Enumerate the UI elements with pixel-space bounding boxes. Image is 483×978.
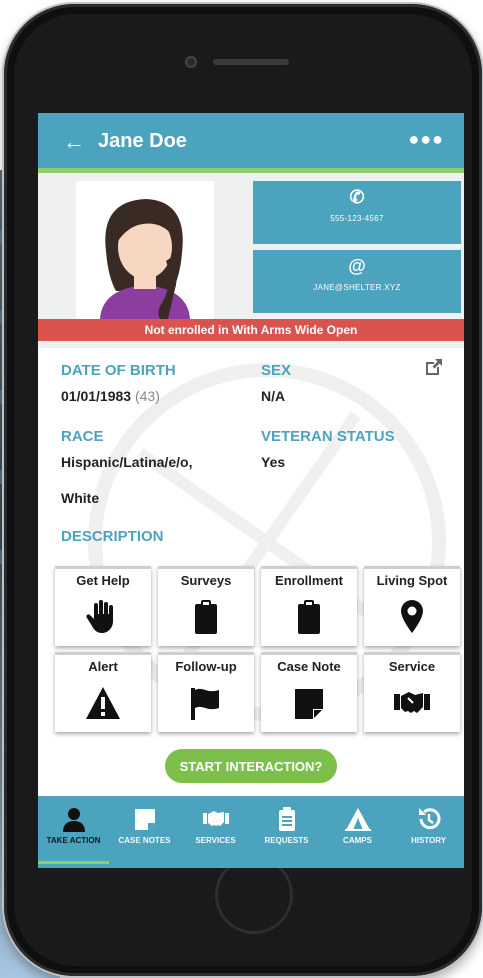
call-button[interactable]: ✆ 555-123-4567 bbox=[253, 181, 461, 244]
tile-label: Enrollment bbox=[275, 573, 343, 588]
handshake-icon bbox=[202, 811, 229, 826]
app-screen: ← Jane Doe ●●● ✆ 555-123-4567 @ JANE@SHE… bbox=[38, 113, 464, 868]
tile-label: Follow-up bbox=[175, 659, 237, 674]
warning-icon bbox=[86, 687, 120, 719]
get-help-tile[interactable]: Get Help bbox=[55, 566, 151, 646]
email-address: JANE@SHELTER.XYZ bbox=[313, 283, 401, 292]
enrollment-banner: Not enrolled in With Arms Wide Open bbox=[38, 319, 464, 341]
tile-label: Alert bbox=[88, 659, 118, 674]
phone-icon: ✆ bbox=[349, 187, 365, 207]
bottom-tab-bar: TAKE ACTION CASE NOTES SERVICES REQUESTS… bbox=[38, 796, 464, 868]
app-header: ← Jane Doe ●●● bbox=[38, 113, 464, 173]
sex-label: SEX bbox=[261, 362, 292, 379]
alert-tile[interactable]: Alert bbox=[55, 652, 151, 732]
start-interaction-button[interactable]: START INTERACTION? bbox=[165, 749, 337, 783]
tab-camps[interactable]: CAMPS bbox=[322, 796, 393, 868]
phone-number: 555-123-4567 bbox=[330, 214, 384, 223]
age-value: (43) bbox=[134, 388, 160, 404]
dob-date: 01/01/1983 bbox=[61, 388, 132, 404]
tab-label: TAKE ACTION bbox=[46, 836, 101, 845]
clipboard-icon bbox=[278, 807, 295, 831]
more-horizontal-icon[interactable]: ●●● bbox=[408, 129, 444, 150]
race-label: RACE bbox=[61, 428, 104, 445]
race-value-line-1: Hispanic/Latina/e/o, bbox=[61, 454, 193, 470]
history-icon bbox=[418, 808, 440, 830]
tab-label: CAMPS bbox=[343, 836, 372, 845]
email-button[interactable]: @ JANE@SHELTER.XYZ bbox=[253, 250, 461, 313]
tile-label: Surveys bbox=[180, 573, 232, 588]
clipboard-icon bbox=[298, 600, 320, 634]
hand-icon bbox=[86, 600, 113, 633]
person-icon bbox=[62, 808, 85, 832]
profile-top: ✆ 555-123-4567 @ JANE@SHELTER.XYZ Not en… bbox=[38, 173, 464, 348]
tab-services[interactable]: SERVICES bbox=[180, 796, 251, 868]
map-pin-icon bbox=[401, 600, 423, 633]
tab-history[interactable]: HISTORY bbox=[393, 796, 464, 868]
veteran-label: VETERAN STATUS bbox=[261, 428, 395, 445]
sex-value: N/A bbox=[261, 388, 286, 404]
tab-label: SERVICES bbox=[195, 836, 236, 845]
note-icon bbox=[134, 809, 155, 830]
dob-label: DATE OF BIRTH bbox=[61, 362, 176, 379]
page-title: Jane Doe bbox=[98, 130, 187, 152]
tab-case-notes[interactable]: CASE NOTES bbox=[109, 796, 180, 868]
dob-value: 01/01/1983 (43) bbox=[61, 388, 160, 404]
tab-requests[interactable]: REQUESTS bbox=[251, 796, 322, 868]
arrow-left-icon[interactable]: ← bbox=[63, 131, 85, 153]
living-spot-tile[interactable]: Living Spot bbox=[364, 566, 460, 646]
clipboard-icon bbox=[195, 600, 217, 634]
tab-label: REQUESTS bbox=[264, 836, 309, 845]
tent-icon bbox=[344, 808, 371, 831]
case-note-tile[interactable]: Case Note bbox=[261, 652, 357, 732]
flag-icon bbox=[191, 688, 219, 720]
tab-label: HISTORY bbox=[410, 836, 447, 845]
avatar bbox=[76, 181, 214, 319]
race-value-line-2: White bbox=[61, 490, 100, 506]
tab-take-action[interactable]: TAKE ACTION bbox=[38, 796, 109, 868]
handshake-icon bbox=[394, 692, 430, 713]
service-tile[interactable]: Service bbox=[364, 652, 460, 732]
note-icon bbox=[295, 689, 323, 719]
tile-label: Case Note bbox=[277, 659, 341, 674]
tile-label: Living Spot bbox=[376, 573, 448, 588]
follow-up-tile[interactable]: Follow-up bbox=[158, 652, 254, 732]
tile-label: Service bbox=[388, 659, 436, 674]
external-link-icon[interactable] bbox=[424, 357, 444, 377]
description-label: DESCRIPTION bbox=[61, 528, 164, 545]
veteran-value: Yes bbox=[261, 454, 286, 470]
speaker-grille bbox=[213, 59, 289, 65]
avatar-illustration bbox=[76, 181, 214, 319]
tab-label: CASE NOTES bbox=[118, 836, 171, 845]
enrollment-tile[interactable]: Enrollment bbox=[261, 566, 357, 646]
at-sign-icon: @ bbox=[348, 256, 366, 276]
tile-label: Get Help bbox=[76, 573, 130, 588]
front-camera bbox=[185, 56, 197, 68]
surveys-tile[interactable]: Surveys bbox=[158, 566, 254, 646]
